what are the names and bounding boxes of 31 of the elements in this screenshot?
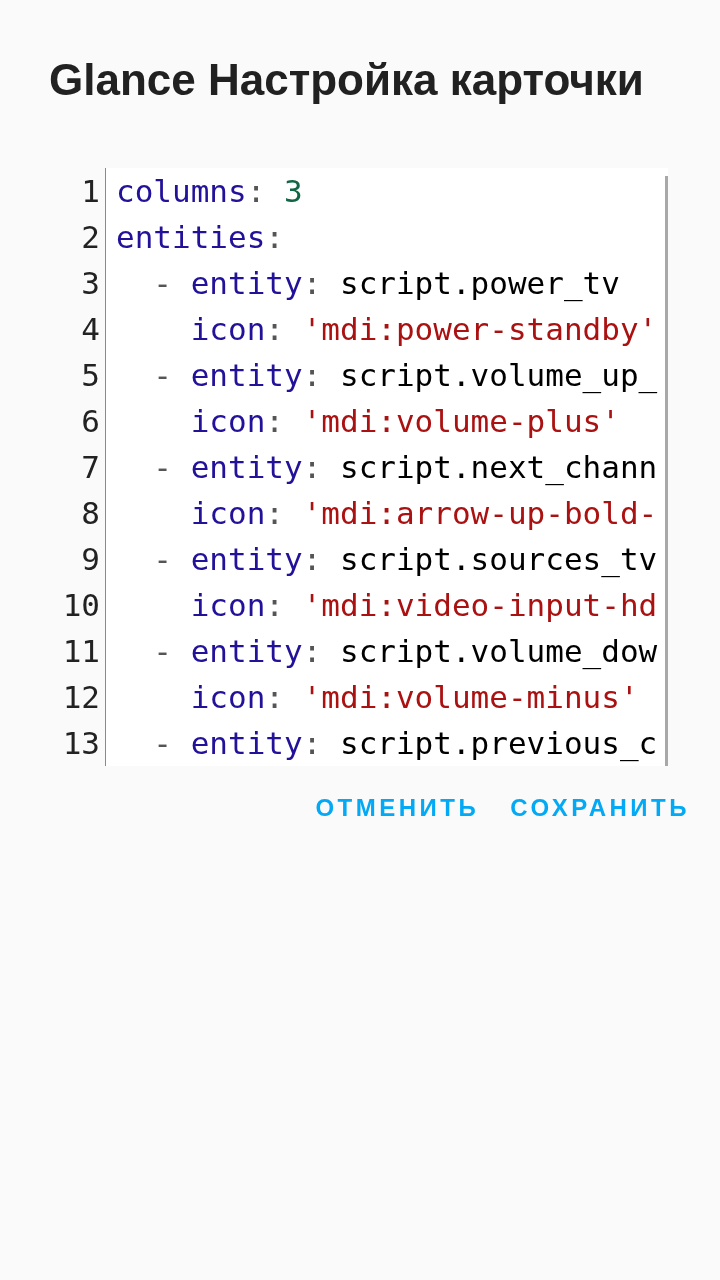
code-line: - entity: script.volume_up_: [152, 356, 659, 396]
cancel-button[interactable]: ОТМЕНИТЬ: [307, 786, 488, 830]
code-line: entities:: [116, 218, 285, 257]
code-line: icon: 'mdi:video-input-hd: [189, 586, 659, 625]
line-number: 1: [80, 172, 100, 211]
line-number: 12: [61, 678, 100, 717]
code-line: - entity: script.power_tv: [152, 264, 621, 304]
line-number: 4: [80, 310, 100, 349]
code-line: columns: 3: [116, 172, 304, 211]
code-line: icon: 'mdi:volume-minus': [189, 678, 640, 717]
code-editor[interactable]: [60, 168, 668, 766]
line-number: 10: [61, 586, 100, 625]
line-number: 9: [80, 540, 100, 579]
code-line: - entity: script.previous_c: [152, 724, 659, 764]
code-line: - entity: script.next_chann: [152, 448, 659, 488]
line-number: 13: [61, 724, 100, 763]
code-line: icon: 'mdi:power-standby': [189, 310, 659, 349]
line-number: 11: [61, 632, 100, 671]
line-number: 3: [80, 264, 100, 303]
line-number: 2: [80, 218, 100, 257]
code-line: icon: 'mdi:arrow-up-bold-: [189, 494, 659, 533]
dialog-title: Glance Настройка карточки: [48, 54, 645, 104]
code-line: icon: 'mdi:volume-plus': [189, 402, 621, 441]
line-number: 8: [80, 494, 100, 533]
save-button[interactable]: СОХРАНИТЬ: [502, 786, 698, 830]
code-line: - entity: script.volume_dow: [152, 632, 659, 672]
vertical-scrollbar[interactable]: [665, 176, 668, 766]
line-number: 7: [80, 448, 100, 487]
line-number: 5: [80, 356, 100, 395]
line-number: 6: [80, 402, 100, 441]
code-line: - entity: script.sources_tv: [152, 540, 659, 580]
